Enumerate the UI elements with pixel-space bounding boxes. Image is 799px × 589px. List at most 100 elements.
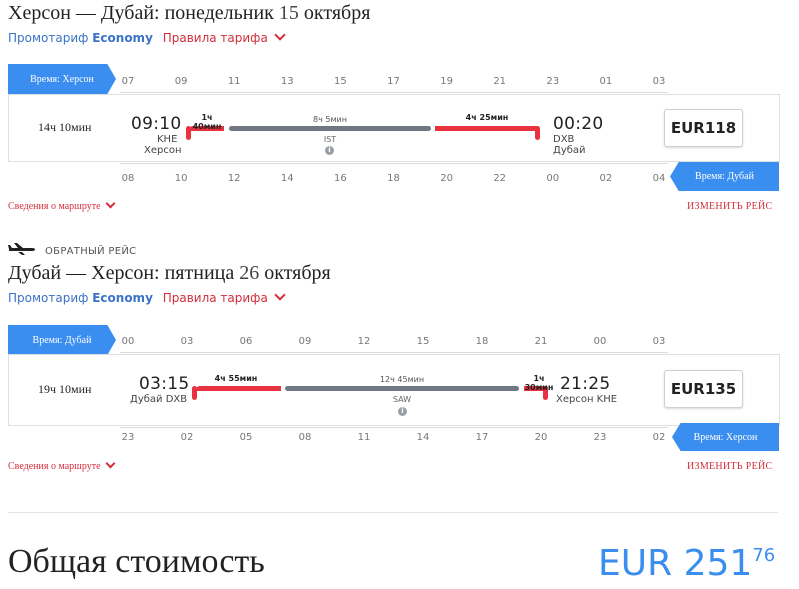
inbound-fare-rules-link[interactable]: Правила тарифа xyxy=(162,289,286,305)
timeline-tick: 00 xyxy=(121,336,135,347)
timeline-tick: 09 xyxy=(174,76,188,87)
timeline-tick: 10 xyxy=(174,173,188,184)
chevron-down-icon xyxy=(105,458,115,469)
timeline-tick: 16 xyxy=(334,173,347,184)
timeline-tick: 13 xyxy=(280,76,294,87)
inbound-route: Дубай — Херсон xyxy=(8,262,155,284)
timeline-tick: 08 xyxy=(298,432,312,443)
outbound-price-button[interactable]: EUR118 xyxy=(664,109,743,147)
inbound-arrival-city: Херсон KHE xyxy=(556,394,618,405)
inbound-segment-1 xyxy=(196,386,281,391)
timeline-tick: 12 xyxy=(357,336,371,347)
inbound-segment-1-label: 4ч 55мин xyxy=(214,374,258,383)
outbound-day: : понедельник xyxy=(154,2,279,24)
return-flight-label: ОБРАТНЫЙ РЕЙС xyxy=(45,246,137,257)
tariff-class: Economy xyxy=(92,31,153,45)
outbound-month: октября xyxy=(298,2,371,24)
timezone-label: Время: Херсон xyxy=(693,431,758,443)
inbound-price-button[interactable]: EUR135 xyxy=(664,370,743,408)
outbound-route-title: Херсон — Дубай: понедельник 15 октября xyxy=(8,2,370,25)
timeline-tick: 09 xyxy=(298,336,312,347)
timezone-label: Время: Херсон xyxy=(30,73,94,85)
outbound-bottom-axis xyxy=(120,163,668,164)
total-cost-label: Общая стоимость xyxy=(8,543,265,580)
route-details-label: Сведения о маршруте xyxy=(8,461,101,472)
info-icon[interactable]: i xyxy=(325,146,334,155)
outbound-route-details-link[interactable]: Сведения о маршруте xyxy=(8,198,115,212)
timeline-tick: 01 xyxy=(599,76,613,87)
outbound-top-axis xyxy=(120,92,668,93)
outbound-change-flight-link[interactable]: ИЗМЕНИТЬ РЕЙС xyxy=(687,201,773,212)
outbound-segment-3-tail xyxy=(535,126,540,140)
inbound-price: EUR135 xyxy=(670,380,737,398)
outbound-bottom-timezone-tag: Время: Дубай xyxy=(670,162,779,191)
outbound-departure-code: KHE xyxy=(157,134,178,145)
outbound-arrival-code: DXB xyxy=(553,134,575,145)
timeline-tick: 14 xyxy=(280,173,294,184)
inbound-segment-2-label: 12ч 45мин xyxy=(379,375,425,384)
inbound-day: : пятница xyxy=(154,262,240,284)
timeline-tick: 02 xyxy=(599,173,613,184)
inbound-segment-1-tail xyxy=(192,386,197,400)
inbound-segment-2 xyxy=(285,386,519,391)
timeline-tick: 19 xyxy=(440,76,453,87)
outbound-date-num: 15 xyxy=(278,2,299,24)
inbound-hub-code: SAW xyxy=(392,395,412,404)
outbound-arrival-time: 00:20 xyxy=(553,114,604,134)
tariff-label: Промотариф xyxy=(8,291,93,305)
total-amount: 251 xyxy=(683,543,753,584)
inbound-route-details-link[interactable]: Сведения о маршруте xyxy=(8,458,115,472)
info-icon[interactable]: i xyxy=(398,407,407,416)
outbound-fare-rules-link[interactable]: Правила тарифа xyxy=(163,29,286,45)
total-divider xyxy=(8,512,778,513)
outbound-duration: 14ч 10мин xyxy=(38,120,92,134)
inbound-departure-time: 03:15 xyxy=(139,374,190,394)
chevron-down-icon xyxy=(274,289,286,301)
timeline-tick: 20 xyxy=(440,173,453,184)
timeline-tick: 18 xyxy=(387,173,400,184)
timeline-tick: 07 xyxy=(121,76,135,87)
timeline-tick: 22 xyxy=(493,173,507,184)
tariff-class: Economy xyxy=(92,291,153,305)
timeline-tick: 20 xyxy=(534,432,548,443)
outbound-tariff-row: Промотариф Economy Правила тарифа xyxy=(8,29,286,45)
timeline-tick: 21 xyxy=(493,76,507,87)
inbound-change-flight-link[interactable]: ИЗМЕНИТЬ РЕЙС xyxy=(687,461,773,472)
info-glyph: i xyxy=(401,407,404,415)
timeline-tick: 02 xyxy=(652,432,666,443)
inbound-duration: 19ч 10мин xyxy=(38,382,92,396)
timeline-tick: 06 xyxy=(239,336,253,347)
outbound-segment-3 xyxy=(435,126,539,131)
outbound-segment-2 xyxy=(229,126,431,131)
timeline-tick: 17 xyxy=(475,432,489,443)
timeline-tick: 02 xyxy=(180,432,194,443)
inbound-month: октября xyxy=(259,262,331,284)
inbound-top-timezone-tag: Время: Дубай xyxy=(8,325,116,355)
inbound-bottom-axis xyxy=(120,427,668,428)
timeline-tick: 23 xyxy=(121,432,135,443)
inbound-departure-city: Дубай DXB xyxy=(130,394,188,405)
info-glyph: i xyxy=(328,146,331,154)
timeline-tick: 03 xyxy=(652,76,666,87)
total-price: EUR 25176 xyxy=(598,543,775,584)
timeline-tick: 00 xyxy=(546,173,560,184)
outbound-arrival-city: Дубай xyxy=(553,145,586,156)
inbound-top-axis xyxy=(120,352,668,353)
timeline-tick: 11 xyxy=(357,432,371,443)
outbound-price: EUR118 xyxy=(670,119,737,137)
timeline-tick: 23 xyxy=(593,432,607,443)
inbound-date-num: 26 xyxy=(239,262,260,284)
timezone-label: Время: Дубай xyxy=(32,334,92,346)
inbound-tariff-row: Промотариф Economy Правила тарифа xyxy=(8,289,286,305)
timeline-tick: 17 xyxy=(387,76,400,87)
timeline-tick: 12 xyxy=(227,173,241,184)
timeline-tick: 11 xyxy=(227,76,241,87)
outbound-segment-2-label: 8ч 5мин xyxy=(313,115,347,124)
outbound-departure-time: 09:10 xyxy=(131,114,182,134)
fare-rules-label: Правила тарифа xyxy=(162,291,268,305)
inbound-route-title: Дубай — Херсон: пятница 26 октября xyxy=(8,262,331,285)
inbound-segment-3-label: 1ч 30мин xyxy=(524,374,554,392)
airplane-icon xyxy=(8,241,36,255)
timeline-tick: 04 xyxy=(652,173,666,184)
timeline-tick: 00 xyxy=(593,336,607,347)
